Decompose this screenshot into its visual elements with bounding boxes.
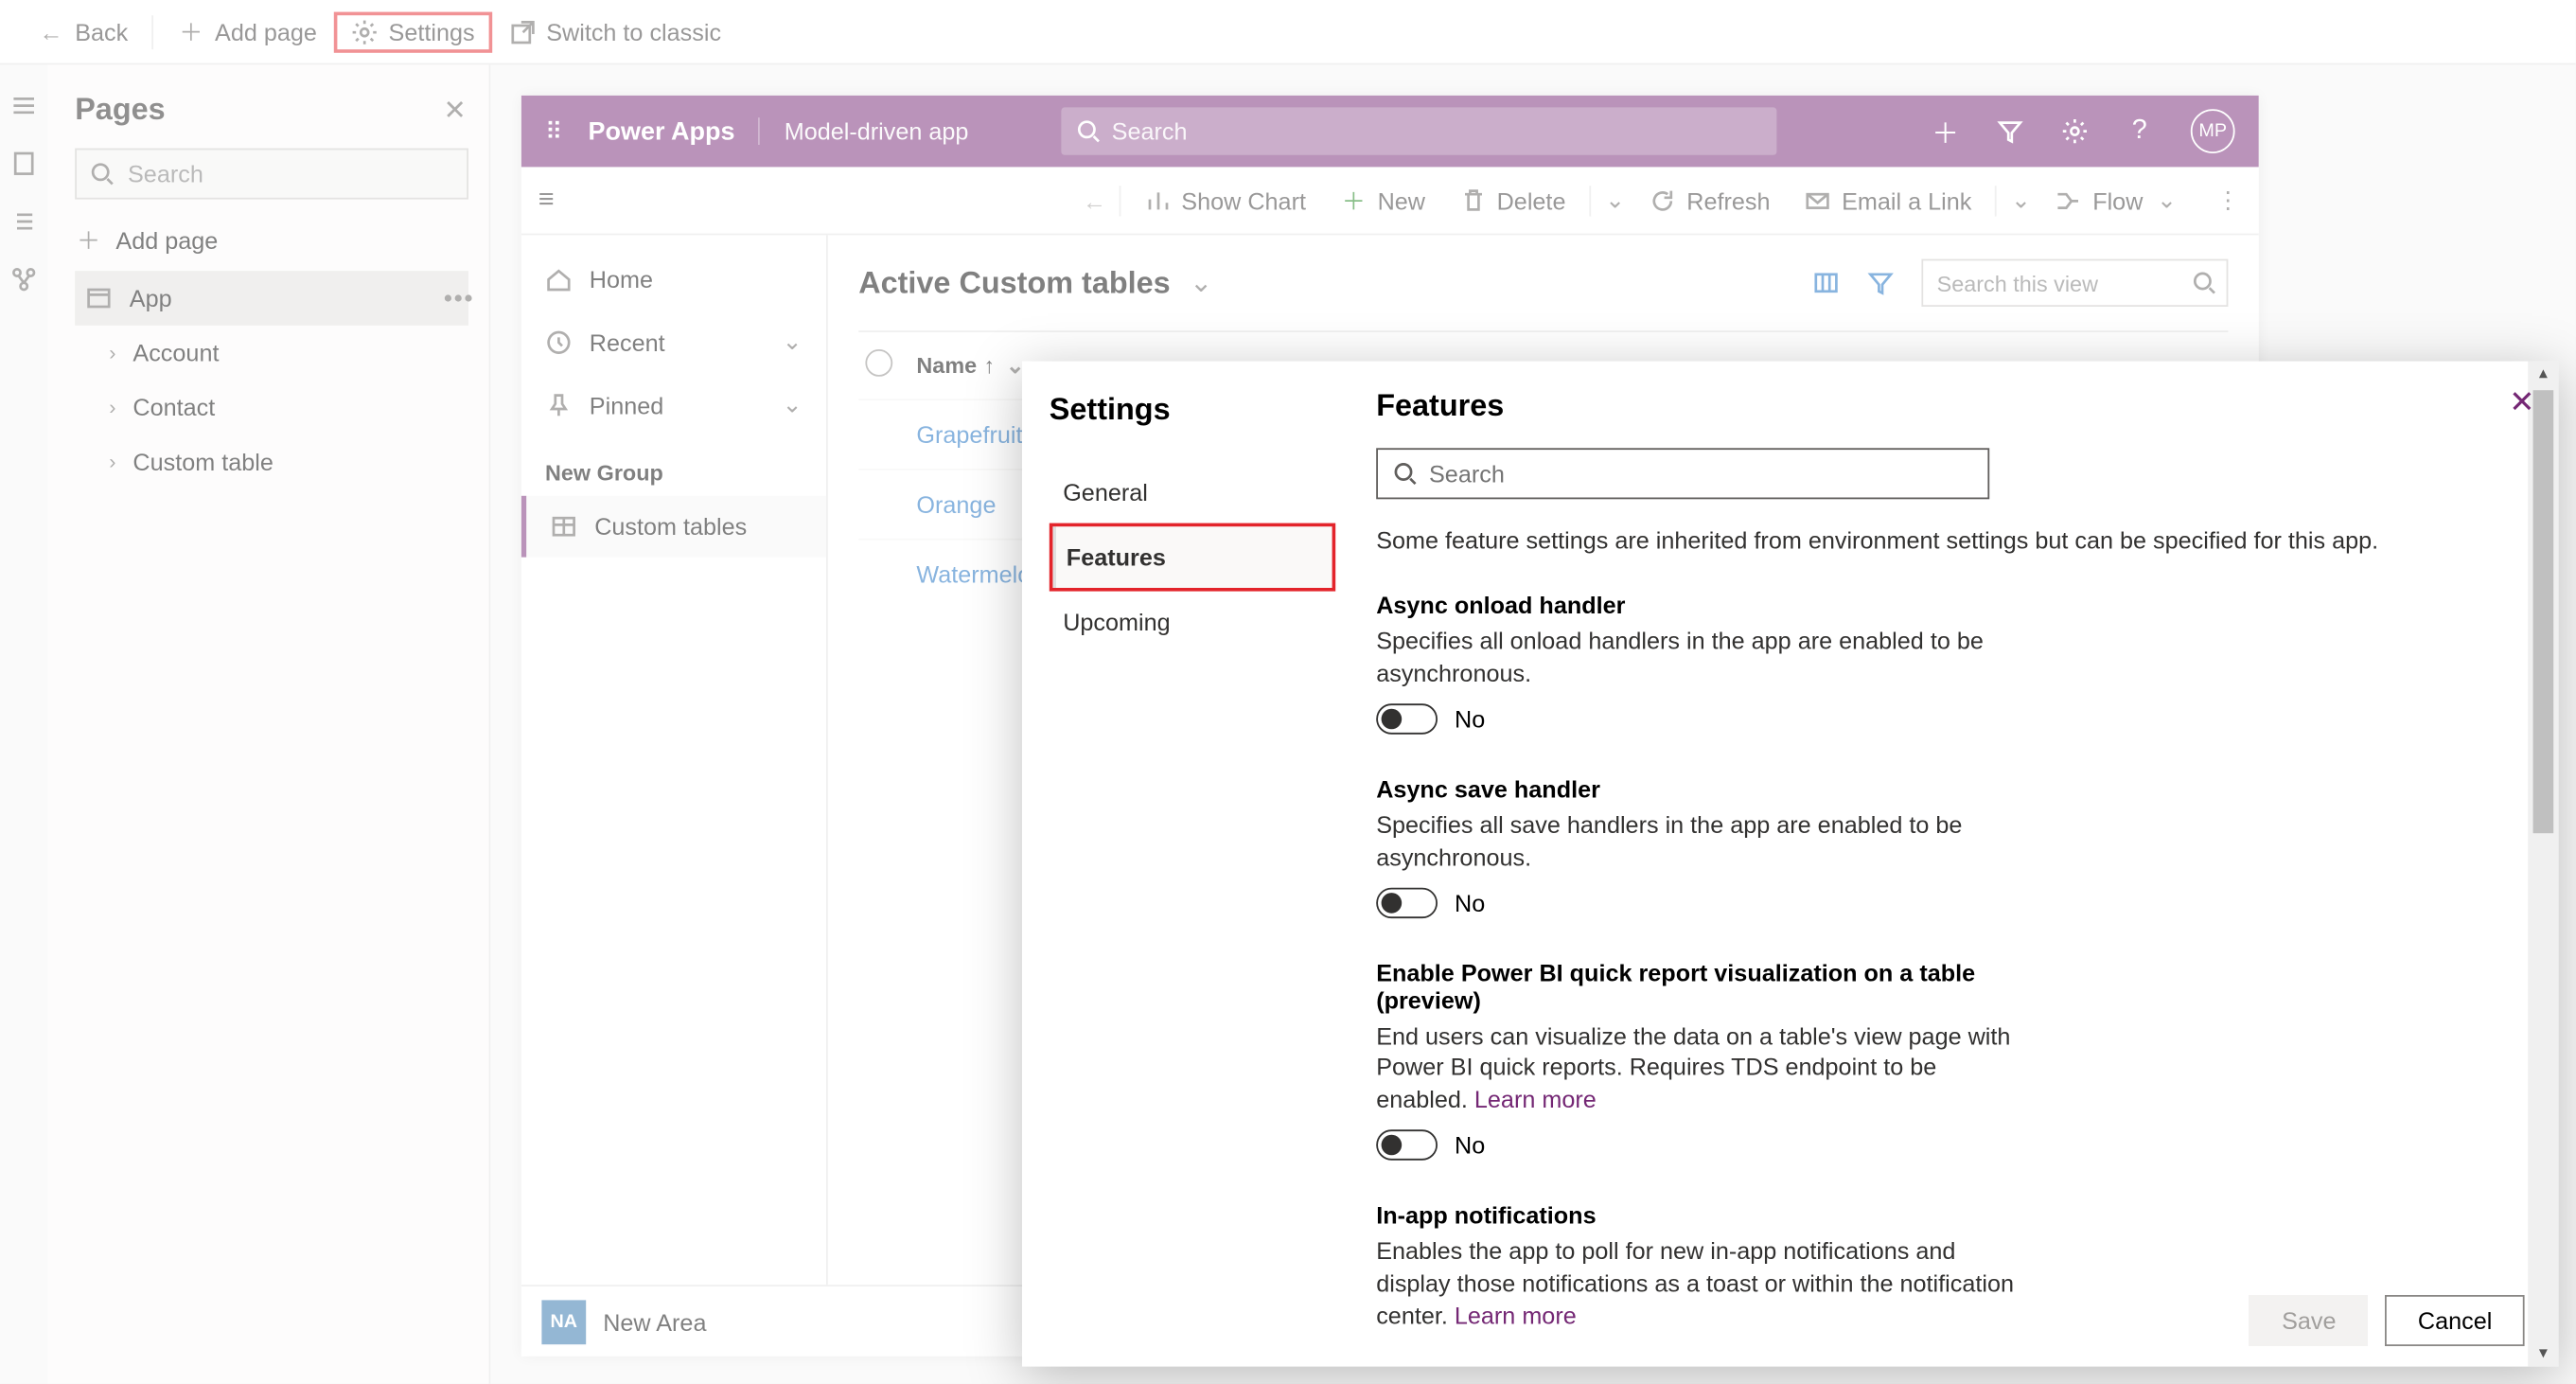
settings-nav-title: Settings bbox=[1050, 392, 1335, 428]
toggle-value: No bbox=[1455, 705, 1485, 733]
settings-content-title: Features bbox=[1376, 388, 2470, 424]
feature-title: Enable Power BI quick report visualizati… bbox=[1376, 959, 2023, 1014]
feature-toggle[interactable]: No bbox=[1376, 887, 2023, 917]
toggle-value: No bbox=[1455, 1132, 1485, 1160]
dialog-scrollbar[interactable]: ▴ ▾ bbox=[2528, 362, 2558, 1367]
settings-content: Features Some feature settings are inher… bbox=[1335, 362, 2511, 1367]
features-description: Some feature settings are inherited from… bbox=[1376, 526, 2470, 554]
feature-title: Async onload handler bbox=[1376, 592, 2023, 619]
feature-in-app-notifications: In-app notifications Enables the app to … bbox=[1376, 1201, 2023, 1332]
dialog-footer: Save Cancel bbox=[2250, 1295, 2525, 1346]
feature-toggle[interactable]: No bbox=[1376, 1130, 2023, 1161]
close-dialog-button[interactable]: ✕ bbox=[2509, 385, 2534, 421]
feature-powerbi-quick-report: Enable Power BI quick report visualizati… bbox=[1376, 959, 2023, 1162]
scrollbar-thumb[interactable] bbox=[2533, 390, 2554, 833]
feature-title: Async save handler bbox=[1376, 775, 2023, 803]
learn-more-link[interactable]: Learn more bbox=[1455, 1302, 1577, 1329]
feature-desc: Specifies all onload handlers in the app… bbox=[1376, 626, 2023, 690]
search-icon bbox=[1392, 460, 1420, 488]
settings-nav-upcoming[interactable]: Upcoming bbox=[1050, 592, 1335, 653]
settings-dialog: Settings General Features Upcoming Featu… bbox=[1022, 362, 2559, 1367]
settings-nav: Settings General Features Upcoming bbox=[1022, 362, 1335, 1367]
feature-search bbox=[1376, 448, 1989, 499]
toggle-value: No bbox=[1455, 889, 1485, 916]
feature-desc: End users can visualize the data on a ta… bbox=[1376, 1020, 2023, 1116]
cancel-button[interactable]: Cancel bbox=[2386, 1295, 2525, 1346]
settings-nav-general[interactable]: General bbox=[1050, 462, 1335, 523]
save-button: Save bbox=[2250, 1295, 2369, 1346]
settings-nav-features[interactable]: Features bbox=[1050, 523, 1335, 592]
feature-title: In-app notifications bbox=[1376, 1201, 2023, 1229]
feature-async-onload: Async onload handler Specifies all onloa… bbox=[1376, 592, 2023, 735]
scroll-down-icon[interactable]: ▾ bbox=[2539, 1344, 2548, 1363]
scroll-up-icon[interactable]: ▴ bbox=[2539, 364, 2548, 383]
feature-desc: Specifies all save handlers in the app a… bbox=[1376, 809, 2023, 874]
feature-desc: Enables the app to poll for new in-app n… bbox=[1376, 1235, 2023, 1332]
feature-search-input[interactable] bbox=[1429, 460, 1974, 488]
feature-toggle[interactable]: No bbox=[1376, 703, 2023, 734]
learn-more-link[interactable]: Learn more bbox=[1474, 1086, 1597, 1113]
feature-async-save: Async save handler Specifies all save ha… bbox=[1376, 775, 2023, 918]
